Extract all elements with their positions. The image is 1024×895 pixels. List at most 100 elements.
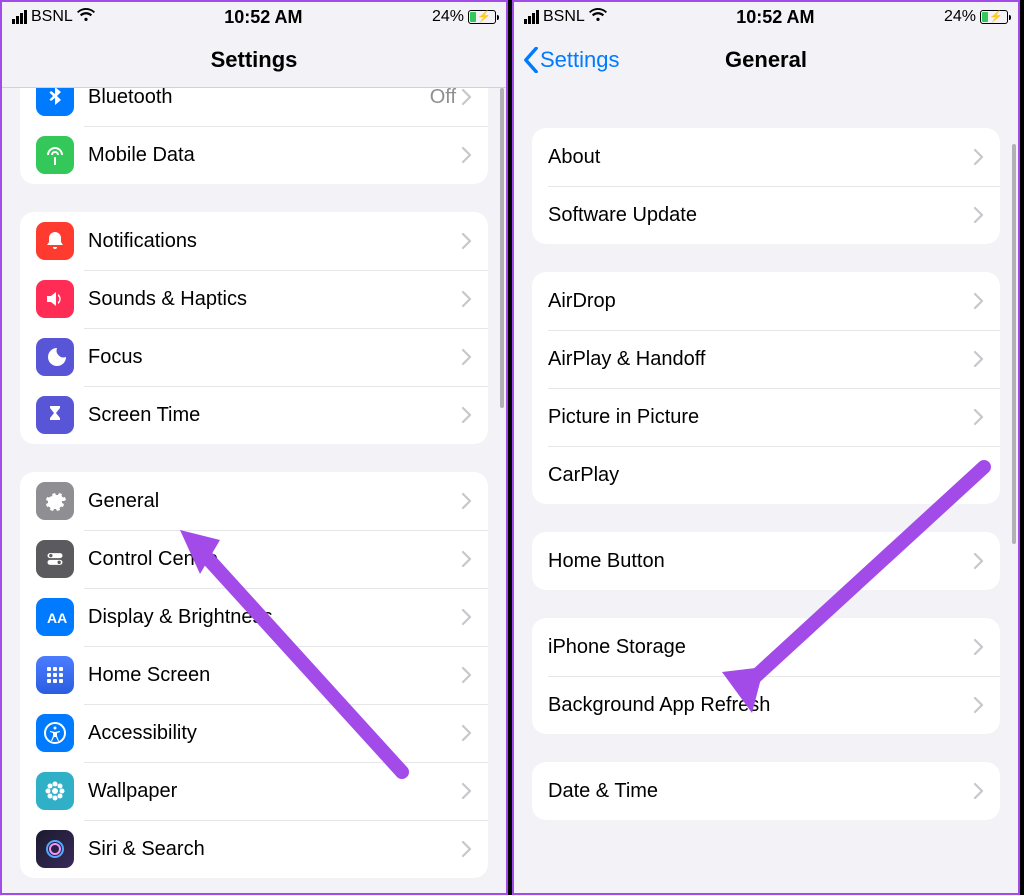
row-label: CarPlay	[548, 464, 974, 487]
row-label: AirDrop	[548, 290, 974, 313]
row-focus[interactable]: Focus	[20, 328, 488, 386]
chevron-right-icon	[462, 147, 472, 163]
chevron-right-icon	[462, 407, 472, 423]
row-general[interactable]: General	[20, 472, 488, 530]
battery-percent: 24%	[432, 8, 464, 26]
row-about[interactable]: About	[532, 128, 1000, 186]
page-title: Settings	[211, 47, 298, 73]
general-screen: BSNL 10:52 AM 24% ⚡ Settings General Abo…	[512, 0, 1020, 895]
scroll-indicator[interactable]	[500, 88, 504, 408]
group-about: About Software Update	[532, 128, 1000, 244]
toggles-icon	[36, 540, 74, 578]
group-connectivity: Bluetooth Off Mobile Data	[20, 88, 488, 184]
row-background-app-refresh[interactable]: Background App Refresh	[532, 676, 1000, 734]
carrier-label: BSNL	[543, 8, 585, 26]
row-label: Mobile Data	[88, 144, 462, 167]
row-display-brightness[interactable]: AA Display & Brightness	[20, 588, 488, 646]
row-airplay-handoff[interactable]: AirPlay & Handoff	[532, 330, 1000, 388]
row-mobile-data[interactable]: Mobile Data	[20, 126, 488, 184]
row-home-button[interactable]: Home Button	[532, 532, 1000, 590]
status-time: 10:52 AM	[224, 7, 302, 28]
chevron-right-icon	[462, 349, 472, 365]
wifi-icon	[77, 8, 95, 27]
chevron-right-icon	[462, 725, 472, 741]
gear-icon	[36, 482, 74, 520]
hourglass-icon	[36, 396, 74, 434]
page-title: General	[725, 47, 807, 73]
bell-icon	[36, 222, 74, 260]
chevron-right-icon	[974, 409, 984, 425]
antenna-icon	[36, 136, 74, 174]
scroll-indicator[interactable]	[1012, 144, 1016, 544]
row-control-centre[interactable]: Control Centre	[20, 530, 488, 588]
moon-icon	[36, 338, 74, 376]
row-iphone-storage[interactable]: iPhone Storage	[532, 618, 1000, 676]
row-label: AirPlay & Handoff	[548, 348, 974, 371]
accessibility-icon	[36, 714, 74, 752]
row-date-time[interactable]: Date & Time	[532, 762, 1000, 820]
row-label: iPhone Storage	[548, 636, 974, 659]
signal-icon	[524, 10, 539, 24]
group-storage: iPhone Storage Background App Refresh	[532, 618, 1000, 734]
signal-icon	[12, 10, 27, 24]
row-wallpaper[interactable]: Wallpaper	[20, 762, 488, 820]
chevron-right-icon	[462, 551, 472, 567]
chevron-right-icon	[974, 553, 984, 569]
row-screen-time[interactable]: Screen Time	[20, 386, 488, 444]
chevron-right-icon	[462, 609, 472, 625]
siri-icon	[36, 830, 74, 868]
row-label: Home Screen	[88, 664, 462, 687]
row-notifications[interactable]: Notifications	[20, 212, 488, 270]
group-notifications: Notifications Sounds & Haptics Focus Scr…	[20, 212, 488, 444]
battery-percent: 24%	[944, 8, 976, 26]
wifi-icon	[589, 8, 607, 27]
chevron-right-icon	[462, 233, 472, 249]
row-label: Display & Brightness	[88, 606, 462, 629]
row-bluetooth[interactable]: Bluetooth Off	[20, 88, 488, 126]
row-label: General	[88, 490, 462, 513]
group-airdrop: AirDrop AirPlay & Handoff Picture in Pic…	[532, 272, 1000, 504]
row-carplay[interactable]: CarPlay	[532, 446, 1000, 504]
battery-icon: ⚡	[468, 10, 496, 24]
row-siri-search[interactable]: Siri & Search	[20, 820, 488, 878]
row-label: Siri & Search	[88, 838, 462, 861]
back-button[interactable]: Settings	[522, 47, 620, 73]
row-home-screen[interactable]: Home Screen	[20, 646, 488, 704]
row-label: Background App Refresh	[548, 694, 974, 717]
row-detail: Off	[430, 88, 456, 109]
chevron-right-icon	[974, 467, 984, 483]
chevron-right-icon	[974, 293, 984, 309]
chevron-right-icon	[462, 841, 472, 857]
row-sounds-haptics[interactable]: Sounds & Haptics	[20, 270, 488, 328]
group-home-button: Home Button	[532, 532, 1000, 590]
row-label: Bluetooth	[88, 88, 430, 109]
speaker-icon	[36, 280, 74, 318]
row-software-update[interactable]: Software Update	[532, 186, 1000, 244]
chevron-right-icon	[974, 639, 984, 655]
chevron-right-icon	[974, 149, 984, 165]
row-picture-in-picture[interactable]: Picture in Picture	[532, 388, 1000, 446]
general-list[interactable]: About Software Update AirDrop AirPlay & …	[514, 88, 1018, 893]
row-label: Picture in Picture	[548, 406, 974, 429]
settings-screen: BSNL 10:52 AM 24% ⚡ Settings Bluetooth O…	[0, 0, 508, 895]
row-accessibility[interactable]: Accessibility	[20, 704, 488, 762]
flower-icon	[36, 772, 74, 810]
chevron-right-icon	[974, 783, 984, 799]
grid-icon	[36, 656, 74, 694]
settings-list[interactable]: Bluetooth Off Mobile Data Notifications	[2, 88, 506, 893]
row-airdrop[interactable]: AirDrop	[532, 272, 1000, 330]
chevron-right-icon	[974, 207, 984, 223]
row-label: About	[548, 146, 974, 169]
status-bar: BSNL 10:52 AM 24% ⚡	[2, 2, 506, 32]
row-label: Wallpaper	[88, 780, 462, 803]
back-label: Settings	[540, 47, 620, 73]
row-label: Control Centre	[88, 548, 462, 571]
text-size-icon: AA	[36, 598, 74, 636]
row-label: Sounds & Haptics	[88, 288, 462, 311]
chevron-right-icon	[462, 493, 472, 509]
row-label: Software Update	[548, 204, 974, 227]
nav-bar: Settings	[2, 32, 506, 88]
nav-bar: Settings General	[514, 32, 1018, 88]
row-label: Notifications	[88, 230, 462, 253]
battery-icon: ⚡	[980, 10, 1008, 24]
